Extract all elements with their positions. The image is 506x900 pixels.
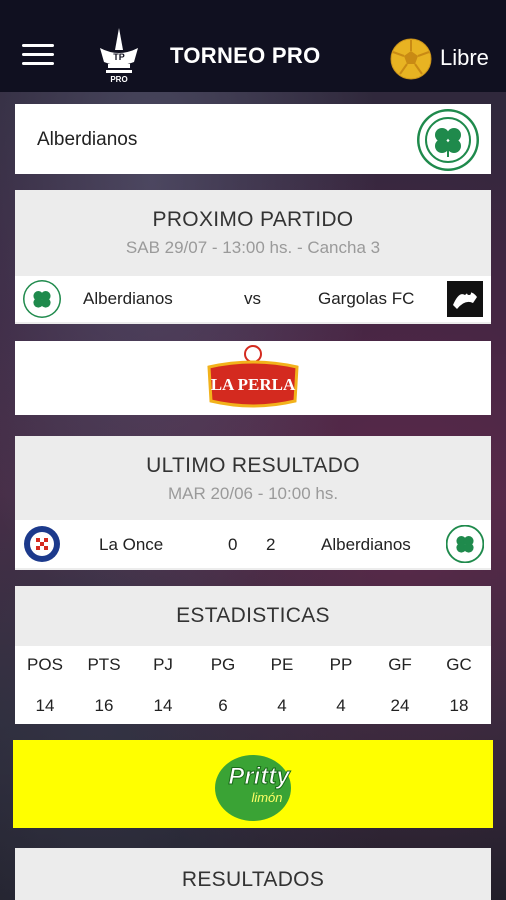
stat-col-pe: PE	[270, 655, 294, 674]
next-match-details: SAB 29/07 - 13:00 hs. - Cancha 3	[125, 238, 381, 257]
pritty-ad-banner[interactable]: Pritty limón	[13, 740, 493, 828]
last-result-card[interactable]: ULTIMO RESULTADO MAR 20/06 - 10:00 hs. L…	[15, 436, 491, 570]
statistics-card[interactable]: ESTADISTICAS POS PTS PJ PG PE PP GF GC 1…	[15, 586, 491, 724]
results-card[interactable]: RESULTADOS	[15, 848, 491, 900]
stat-col-pg: PG	[210, 655, 236, 674]
app-header: TP PRO TORNEO PRO Libre	[0, 0, 506, 92]
team-name: Alberdianos	[37, 129, 138, 150]
last-home-score: 0	[228, 535, 238, 554]
last-away-score: 2	[266, 535, 276, 554]
svg-text:TP: TP	[113, 52, 125, 62]
stat-col-pj: PJ	[153, 655, 173, 674]
next-away-team: Gargolas FC	[318, 289, 415, 308]
next-vs-label: vs	[244, 289, 261, 308]
stat-value-gf: 24	[390, 696, 410, 715]
next-match-heading: PROXIMO PARTIDO	[152, 208, 354, 231]
pritty-logo: Pritty limón	[215, 755, 292, 821]
alberdianos-crest-icon	[23, 280, 61, 318]
last-result-details: MAR 20/06 - 10:00 hs.	[167, 484, 339, 503]
menu-icon[interactable]	[22, 44, 54, 66]
stat-value-pe: 4	[277, 696, 287, 715]
statistics-heading: ESTADISTICAS	[176, 604, 330, 627]
stat-col-gf: GF	[388, 655, 412, 674]
la-perla-ad-banner[interactable]: LA PERLA	[15, 341, 491, 415]
svg-text:PRO: PRO	[110, 75, 127, 84]
next-home-team: Alberdianos	[83, 289, 173, 308]
last-result-row: La Once 0 2 Alberdianos	[15, 520, 491, 568]
stat-value-pp: 4	[336, 696, 346, 715]
app-title: TORNEO PRO	[170, 43, 321, 68]
stat-col-pts: PTS	[87, 655, 121, 674]
la-once-crest-icon	[24, 526, 60, 562]
stat-value-pos: 14	[35, 696, 55, 715]
svg-text:LA PERLA: LA PERLA	[211, 375, 296, 394]
last-result-heading: ULTIMO RESULTADO	[146, 454, 360, 477]
statistics-table: POS PTS PJ PG PE PP GF GC 14 16 14 6 4 4…	[15, 646, 491, 724]
stat-value-gc: 18	[449, 696, 469, 715]
stat-value-pg: 6	[218, 696, 228, 715]
team-header-card[interactable]: Alberdianos	[15, 104, 491, 174]
alberdianos-crest-icon	[446, 525, 484, 563]
status-label[interactable]: Libre	[440, 45, 489, 71]
stat-value-pts: 16	[94, 696, 114, 715]
last-home-team: La Once	[99, 535, 164, 554]
la-perla-logo: LA PERLA	[207, 345, 299, 408]
gargolas-crest-icon	[447, 281, 483, 317]
next-match-row: Alberdianos vs Gargolas FC	[15, 276, 491, 322]
results-heading: RESULTADOS	[181, 868, 325, 891]
stat-col-pos: POS	[27, 655, 63, 674]
stat-col-pp: PP	[329, 655, 353, 674]
stat-col-gc: GC	[446, 655, 472, 674]
svg-text:limón: limón	[251, 790, 282, 805]
last-away-team: Alberdianos	[321, 535, 411, 554]
svg-text:Pritty: Pritty	[228, 763, 291, 790]
torneo-pro-logo: TP PRO	[100, 28, 138, 84]
stat-value-pj: 14	[153, 696, 173, 715]
ball-icon[interactable]	[390, 38, 432, 80]
alberdianos-crest-icon	[417, 109, 479, 171]
next-match-card[interactable]: PROXIMO PARTIDO SAB 29/07 - 13:00 hs. - …	[15, 190, 491, 324]
